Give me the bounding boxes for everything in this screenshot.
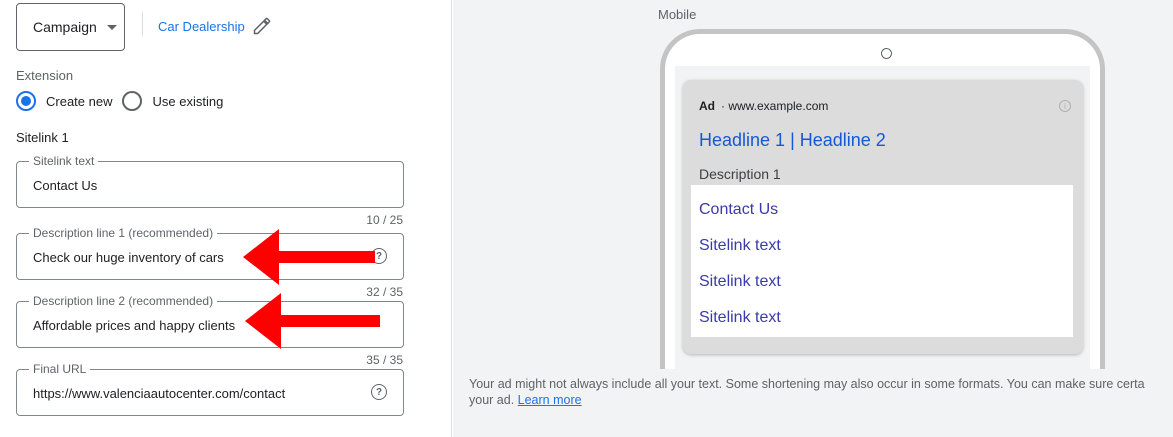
sitelink-text-value[interactable]: Contact Us: [33, 178, 97, 193]
final-url-field[interactable]: Final URL https://www.valenciaautocenter…: [16, 362, 404, 416]
campaign-dropdown-label: Campaign: [33, 19, 97, 35]
footnote-line-1: Your ad might not always include all you…: [469, 377, 1145, 391]
form-panel: Campaign Car Dealership Extension Create…: [0, 0, 452, 437]
description-line-2-value[interactable]: Affordable prices and happy clients: [33, 318, 235, 333]
divider: [142, 12, 143, 36]
ad-url: · www.example.com: [721, 99, 829, 113]
red-arrow-annotation: [243, 229, 375, 285]
sitelink-text-field[interactable]: Sitelink text Contact Us: [16, 154, 404, 208]
description-line-1-legend: Description line 1 (recommended): [29, 226, 218, 240]
sitelinks-list: Contact Us Sitelink text Sitelink text S…: [691, 185, 1073, 337]
description-line-2-counter: 35 / 35: [366, 353, 403, 367]
learn-more-link[interactable]: Learn more: [518, 393, 582, 407]
radio-unselected-icon[interactable]: [122, 91, 143, 111]
preview-footnote: Your ad might not always include all you…: [469, 376, 1173, 408]
extension-label: Extension: [16, 68, 74, 83]
chevron-down-icon: [106, 24, 117, 30]
radio-create-new-label: Create new: [46, 93, 113, 109]
dealer-link[interactable]: Car Dealership: [158, 16, 272, 36]
pencil-icon[interactable]: [252, 16, 272, 36]
dealer-label: Car Dealership: [158, 18, 245, 34]
sitelink-text-legend: Sitelink text: [29, 154, 99, 168]
footnote-text: your ad.: [469, 393, 515, 407]
description-line-2-legend: Description line 2 (recommended): [29, 294, 218, 308]
help-icon[interactable]: ?: [371, 384, 387, 400]
sitelink-preview[interactable]: Sitelink text: [699, 309, 781, 327]
final-url-value[interactable]: https://www.valenciaautocenter.com/conta…: [33, 386, 285, 401]
footnote-line-2: your ad. Learn more: [469, 392, 1173, 408]
red-arrow-annotation: [245, 293, 380, 349]
ad-url-row: Ad · www.example.com: [699, 99, 828, 113]
radio-create-new[interactable]: Create new: [16, 91, 112, 111]
campaign-dropdown[interactable]: Campaign: [16, 3, 125, 51]
phone-screen: Ad · www.example.com i Headline 1 | Head…: [675, 66, 1090, 369]
radio-use-existing[interactable]: Use existing: [122, 91, 223, 111]
radio-use-existing-label: Use existing: [152, 93, 224, 109]
ad-badge: Ad: [699, 99, 715, 113]
extension-radio-group: Create new Use existing: [16, 91, 233, 111]
sitelink-preview[interactable]: Sitelink text: [699, 237, 781, 255]
camera-icon: [881, 48, 892, 59]
radio-selected-icon[interactable]: [16, 91, 36, 111]
sitelink-preview[interactable]: Sitelink text: [699, 273, 781, 291]
sitelink-preview[interactable]: Contact Us: [699, 201, 778, 219]
ad-headline: Headline 1 | Headline 2: [699, 130, 886, 150]
ad-description: Description 1: [699, 166, 781, 182]
preview-panel: Mobile Ad · www.example.com i Headline 1…: [453, 0, 1173, 437]
sitelink-text-counter: 10 / 25: [366, 213, 403, 227]
phone-frame: Ad · www.example.com i Headline 1 | Head…: [660, 29, 1105, 369]
description-line-1-value[interactable]: Check our huge inventory of cars: [33, 250, 224, 265]
ad-preview-card: Ad · www.example.com i Headline 1 | Head…: [683, 80, 1083, 354]
final-url-legend: Final URL: [29, 362, 91, 376]
sitelink-heading: Sitelink 1: [16, 130, 69, 145]
info-icon[interactable]: i: [1059, 100, 1071, 112]
device-label: Mobile: [658, 7, 697, 22]
